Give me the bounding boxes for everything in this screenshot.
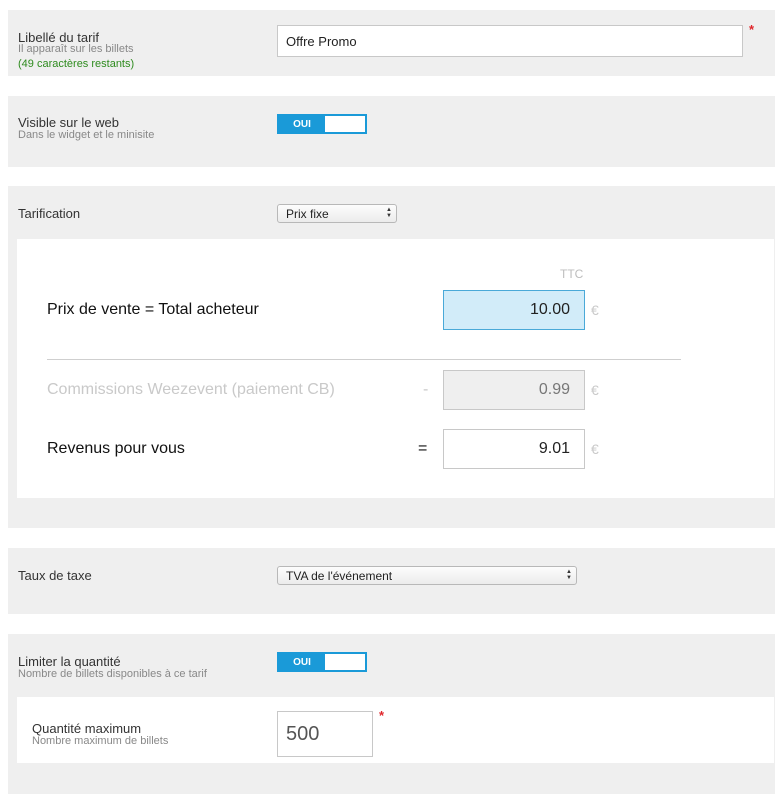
commission-label: Commissions Weezevent (paiement CB) [47,381,335,398]
select-arrows-icon: ▲ ▼ [566,569,572,581]
revenue-currency: € [591,441,599,457]
select-arrows-icon: ▲ ▼ [386,207,392,219]
pricing-type-selected: Prix fixe [286,206,329,221]
ttc-header: TTC [560,267,584,281]
sale-price-input[interactable]: 10.00 [443,290,585,330]
revenue-label: Revenus pour vous [47,440,185,457]
web-visibility-hint: Dans le widget et le minisite [18,129,155,141]
pricing-calculator: TTC Prix de vente = Total acheteur 10.00… [17,239,774,498]
quantity-max-hint: Nombre maximum de billets [32,735,169,747]
quantity-limit-toggle-on: OUI [279,654,325,670]
quantity-max-required-mark: * [379,708,385,723]
pricing-type-select[interactable]: Prix fixe ▲ ▼ [277,204,397,223]
quantity-hint: Nombre de billets disponibles à ce tarif [18,668,207,680]
tariff-label-input[interactable] [277,25,743,57]
tariff-label-hint: Il apparaît sur les billets [18,43,134,55]
tax-rate-selected: TVA de l'événement [286,568,393,583]
sale-price-label: Prix de vente = Total acheteur [47,301,259,318]
web-visibility-toggle[interactable]: OUI [277,114,367,134]
web-visibility-toggle-on: OUI [279,116,325,132]
quantity-max-input[interactable] [277,711,373,757]
quantity-max-panel: Quantité maximum Nombre maximum de bille… [17,697,774,763]
pricing-title: Tarification [18,206,81,221]
tariff-label-section: Libellé du tarif Il apparaît sur les bil… [8,10,775,76]
revenue-value: 9.01 [443,429,585,469]
tariff-label-required-mark: * [749,22,755,37]
tariff-label-remaining: (49 caractères restants) [18,58,135,70]
quantity-limit-toggle[interactable]: OUI [277,652,367,672]
commission-operator: - [423,381,429,398]
tax-rate-select[interactable]: TVA de l'événement ▲ ▼ [277,566,577,585]
commission-value: 0.99 [443,370,585,410]
sale-price-currency: € [591,302,599,318]
web-visibility-section: Visible sur le web Dans le widget et le … [8,96,775,167]
commission-currency: € [591,382,599,398]
revenue-operator: = [418,440,428,457]
quantity-title: Limiter la quantité [18,654,121,669]
web-visibility-title: Visible sur le web [18,115,119,130]
quantity-max-title: Quantité maximum [32,721,142,736]
tax-title: Taux de taxe [18,568,92,583]
divider [47,359,681,360]
tax-section: Taux de taxe TVA de l'événement ▲ ▼ [8,548,775,614]
